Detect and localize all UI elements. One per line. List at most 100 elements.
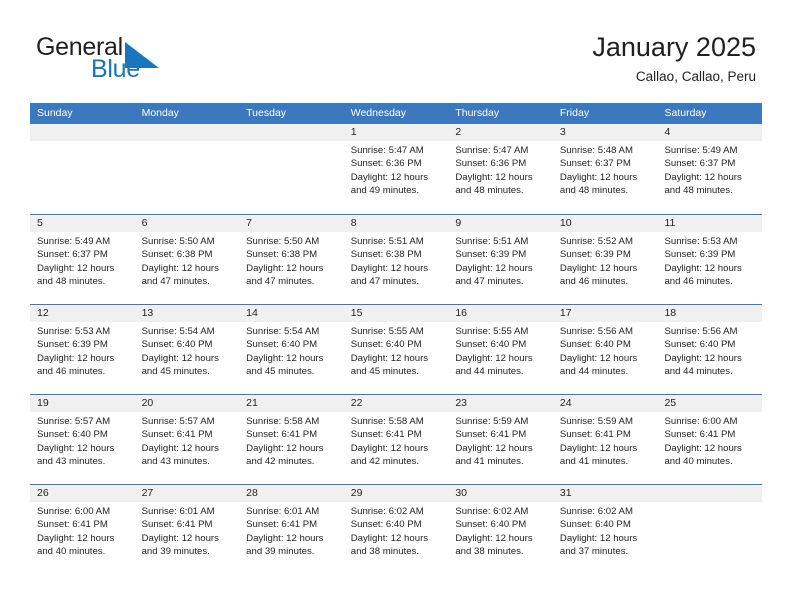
day-cell-30[interactable]: 30 Sunrise: 6:02 AM Sunset: 6:40 PM Dayligh… (448, 485, 553, 574)
day-detail-line: and 43 minutes. (141, 456, 210, 468)
day-cell-4[interactable]: 4 Sunrise: 5:49 AM Sunset: 6:37 PM Daylight… (657, 124, 763, 214)
day-cell-14[interactable]: 14 Sunrise: 5:54 AM Sunset: 6:40 PM Dayligh… (239, 305, 344, 394)
day-detail-line: Sunrise: 5:59 AM (559, 416, 633, 427)
day-detail-line: Daylight: 12 hours (664, 352, 742, 364)
day-cell-18[interactable]: 18 Sunrise: 5:56 AM Sunset: 6:40 PM Dayligh… (657, 305, 763, 394)
day-details: Sunrise: 5:47 AM Sunset: 6:36 PM Daylight:… (344, 141, 449, 198)
day-cell-28[interactable]: 28 Sunrise: 6:01 AM Sunset: 6:41 PM Dayligh… (239, 485, 344, 574)
day-cell-25[interactable]: 25 Sunrise: 6:00 AM Sunset: 6:41 PM Dayligh… (657, 395, 763, 484)
day-details: Sunrise: 5:51 AM Sunset: 6:39 PM Daylight:… (448, 232, 553, 289)
day-cell-20[interactable]: 20 Sunrise: 5:57 AM Sunset: 6:41 PM Dayligh… (134, 395, 240, 484)
day-cell-3[interactable]: 3 Sunrise: 5:48 AM Sunset: 6:37 PM Daylight… (552, 124, 658, 214)
day-detail-line: Daylight: 12 hours (37, 532, 115, 544)
day-detail-line: and 40 minutes. (664, 456, 733, 468)
day-detail-line: Sunset: 6:38 PM (246, 249, 318, 261)
day-cell-6[interactable]: 6 Sunrise: 5:50 AM Sunset: 6:38 PM Daylight… (134, 215, 240, 304)
day-detail-line: Sunrise: 5:55 AM (455, 326, 529, 337)
day-cell-27[interactable]: 27 Sunrise: 6:01 AM Sunset: 6:41 PM Dayligh… (134, 485, 240, 574)
day-detail-line: Daylight: 12 hours (350, 352, 429, 364)
day-detail-line: Sunset: 6:40 PM (246, 339, 318, 351)
day-details: Sunrise: 5:49 AM Sunset: 6:37 PM Daylight:… (657, 141, 762, 198)
day-cell-7[interactable]: 7 Sunrise: 5:50 AM Sunset: 6:38 PM Daylight… (239, 215, 344, 304)
day-detail-line: and 41 minutes. (559, 456, 629, 468)
day-detail-line: Daylight: 12 hours (37, 352, 115, 364)
calendar-weeks: 1 Sunrise: 5:47 AM Sunset: 6:36 PM Daylight… (30, 124, 763, 574)
day-cell-21[interactable]: 21 Sunrise: 5:58 AM Sunset: 6:41 PM Dayligh… (239, 395, 344, 484)
day-detail-line: and 44 minutes. (559, 366, 629, 378)
day-detail-line: Sunset: 6:36 PM (455, 158, 527, 170)
day-details: Sunrise: 5:51 AM Sunset: 6:38 PM Daylight:… (344, 232, 449, 289)
day-cell-16[interactable]: 16 Sunrise: 5:55 AM Sunset: 6:40 PM Dayligh… (448, 305, 553, 394)
day-detail-line: Sunrise: 5:58 AM (350, 416, 424, 427)
day-detail-line: Sunset: 6:38 PM (350, 249, 422, 261)
day-number: 22 (343, 395, 449, 412)
day-detail-line: Sunset: 6:36 PM (350, 158, 422, 170)
weekday-header-monday: Monday (141, 107, 179, 119)
day-cell-11[interactable]: 11 Sunrise: 5:53 AM Sunset: 6:39 PM Dayligh… (657, 215, 763, 304)
day-detail-line: Sunset: 6:39 PM (664, 249, 736, 261)
day-detail-line: Sunset: 6:40 PM (141, 339, 213, 351)
day-details: Sunrise: 5:53 AM Sunset: 6:39 PM Daylight:… (30, 322, 135, 379)
day-number (134, 124, 240, 141)
day-detail-line: Sunrise: 5:57 AM (37, 416, 111, 427)
calendar-week-row: 1 Sunrise: 5:47 AM Sunset: 6:36 PM Daylight… (30, 124, 763, 214)
day-detail-line: and 45 minutes. (246, 366, 315, 378)
day-detail-line: and 48 minutes. (37, 276, 106, 288)
day-detail-line: Daylight: 12 hours (559, 442, 638, 454)
day-number: 30 (448, 485, 553, 502)
day-cell-15[interactable]: 15 Sunrise: 5:55 AM Sunset: 6:40 PM Dayligh… (343, 305, 449, 394)
day-number (239, 124, 344, 141)
day-cell-1[interactable]: 1 Sunrise: 5:47 AM Sunset: 6:36 PM Daylight… (343, 124, 449, 214)
day-detail-line: and 46 minutes. (37, 366, 106, 378)
day-detail-line: Sunrise: 5:57 AM (141, 416, 215, 427)
day-cell-8[interactable]: 8 Sunrise: 5:51 AM Sunset: 6:38 PM Daylight… (343, 215, 449, 304)
day-number: 27 (134, 485, 240, 502)
day-detail-line: Sunset: 6:40 PM (455, 339, 527, 351)
day-cell-23[interactable]: 23 Sunrise: 5:59 AM Sunset: 6:41 PM Dayligh… (448, 395, 553, 484)
day-detail-line: Sunset: 6:37 PM (37, 249, 108, 261)
day-detail-line: and 47 minutes. (455, 276, 524, 288)
day-cell-5[interactable]: 5 Sunrise: 5:49 AM Sunset: 6:37 PM Daylight… (30, 215, 135, 304)
day-details: Sunrise: 5:48 AM Sunset: 6:37 PM Daylight:… (553, 141, 658, 198)
day-number: 6 (134, 215, 240, 232)
day-details: Sunrise: 5:57 AM Sunset: 6:40 PM Daylight:… (30, 412, 135, 469)
day-cell-24[interactable]: 24 Sunrise: 5:59 AM Sunset: 6:41 PM Dayligh… (552, 395, 658, 484)
day-detail-line: Daylight: 12 hours (246, 532, 324, 544)
day-cell-13[interactable]: 13 Sunrise: 5:54 AM Sunset: 6:40 PM Dayligh… (134, 305, 240, 394)
day-cell-2[interactable]: 2 Sunrise: 5:47 AM Sunset: 6:36 PM Daylight… (448, 124, 553, 214)
day-number: 24 (552, 395, 658, 412)
page-location: Callao, Callao, Peru (635, 69, 756, 84)
day-detail-line: and 38 minutes. (350, 546, 420, 558)
day-detail-line: and 43 minutes. (37, 456, 106, 468)
day-cell-17[interactable]: 17 Sunrise: 5:56 AM Sunset: 6:40 PM Dayligh… (552, 305, 658, 394)
day-details: Sunrise: 5:59 AM Sunset: 6:41 PM Daylight:… (553, 412, 658, 469)
day-detail-line: and 47 minutes. (350, 276, 420, 288)
day-cell-29[interactable]: 29 Sunrise: 6:02 AM Sunset: 6:40 PM Dayligh… (343, 485, 449, 574)
day-number: 3 (552, 124, 658, 141)
day-number: 15 (343, 305, 449, 322)
day-cell-10[interactable]: 10 Sunrise: 5:52 AM Sunset: 6:39 PM Dayligh… (552, 215, 658, 304)
day-detail-line: Sunrise: 6:02 AM (455, 506, 529, 517)
day-detail-line: Sunset: 6:41 PM (559, 429, 631, 441)
day-cell-31[interactable]: 31 Sunrise: 6:02 AM Sunset: 6:40 PM Dayligh… (552, 485, 658, 574)
day-detail-line: Daylight: 12 hours (350, 442, 429, 454)
day-number: 14 (239, 305, 344, 322)
calendar-week-row: 5 Sunrise: 5:49 AM Sunset: 6:37 PM Daylight… (30, 214, 763, 304)
brand-logo[interactable]: General Blue (36, 34, 296, 90)
day-detail-line: Sunrise: 5:51 AM (455, 236, 529, 247)
day-cell-26[interactable]: 26 Sunrise: 6:00 AM Sunset: 6:41 PM Dayligh… (30, 485, 135, 574)
day-number: 2 (448, 124, 553, 141)
day-detail-line: and 47 minutes. (141, 276, 210, 288)
day-cell-9[interactable]: 9 Sunrise: 5:51 AM Sunset: 6:39 PM Daylight… (448, 215, 553, 304)
day-detail-line: Sunrise: 6:02 AM (350, 506, 424, 517)
day-detail-line: and 48 minutes. (455, 185, 524, 197)
day-details (135, 141, 240, 144)
calendar-page: General Blue January 2025 Callao, Callao… (0, 0, 792, 612)
day-cell-19[interactable]: 19 Sunrise: 5:57 AM Sunset: 6:40 PM Dayligh… (30, 395, 135, 484)
day-details: Sunrise: 5:50 AM Sunset: 6:38 PM Daylight:… (239, 232, 344, 289)
day-detail-line: Daylight: 12 hours (455, 171, 533, 183)
day-detail-line: Daylight: 12 hours (350, 532, 429, 544)
day-cell-12[interactable]: 12 Sunrise: 5:53 AM Sunset: 6:39 PM Dayligh… (30, 305, 135, 394)
day-cell-22[interactable]: 22 Sunrise: 5:58 AM Sunset: 6:41 PM Dayligh… (343, 395, 449, 484)
day-number: 4 (657, 124, 763, 141)
